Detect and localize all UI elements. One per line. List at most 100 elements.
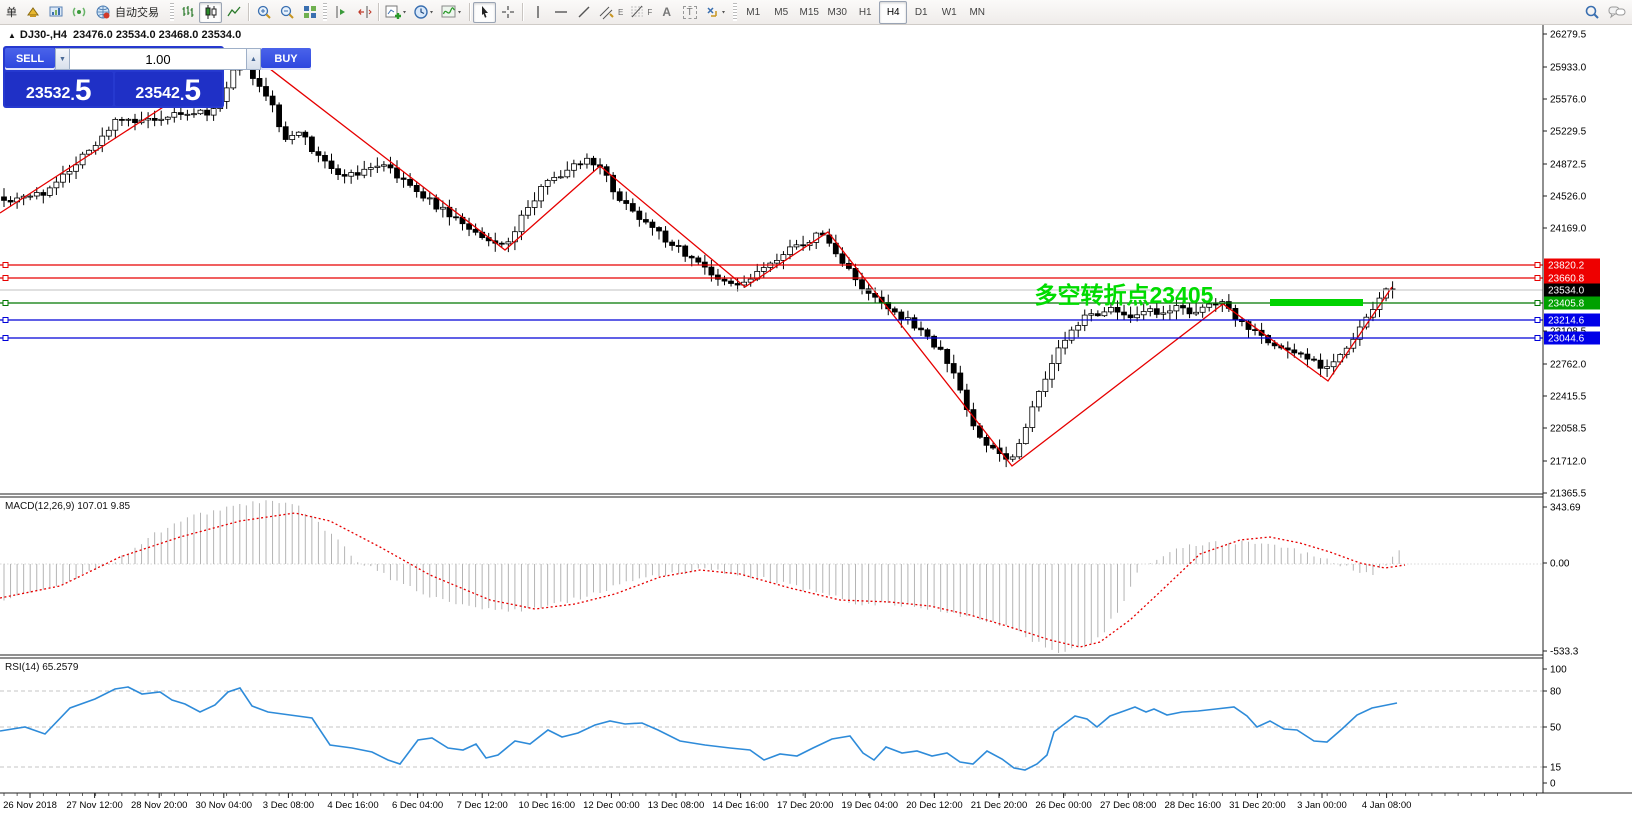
vertical-line-tool-icon[interactable]	[526, 2, 549, 23]
time-axis-label: 28 Nov 20:00	[131, 800, 188, 811]
chat-icon[interactable]	[1604, 2, 1630, 23]
line-handle[interactable]	[3, 276, 8, 281]
line-handle[interactable]	[3, 318, 8, 323]
text-tool-icon[interactable]: A	[655, 2, 678, 23]
svg-text:24872.5: 24872.5	[1550, 160, 1587, 171]
highlight-segment[interactable]	[1270, 299, 1363, 306]
indicators-button[interactable]	[438, 2, 466, 23]
toolbar: 单 自动交易 E F A T M1M5M15M30H1H4D1W1MN	[0, 0, 1632, 25]
timeframe-bar: M1M5M15M30H1H4D1W1MN	[739, 1, 991, 24]
sell-button[interactable]: SELL	[5, 48, 55, 70]
search-icon[interactable]	[1580, 2, 1604, 23]
svg-text:22415.5: 22415.5	[1550, 392, 1587, 403]
time-axis-label: 14 Dec 16:00	[712, 800, 769, 811]
line-handle[interactable]	[3, 336, 8, 341]
order-icon[interactable]	[21, 2, 44, 23]
new-order-button[interactable]: 单	[2, 4, 21, 20]
line-handle[interactable]	[1535, 263, 1540, 268]
mt4-window: { "toolbar": { "order_button_label": "单"…	[0, 0, 1632, 814]
time-axis-label: 26 Dec 00:00	[1035, 800, 1092, 811]
svg-text:26279.5: 26279.5	[1550, 30, 1587, 41]
line-handle[interactable]	[1535, 336, 1540, 341]
time-axis-label: 17 Dec 20:00	[777, 800, 834, 811]
signals-icon[interactable]	[67, 2, 90, 23]
line-handle[interactable]	[1535, 318, 1540, 323]
globe-icon	[95, 4, 111, 20]
symbol-name: DJ30-,H4	[20, 29, 67, 41]
timeframe-W1[interactable]: W1	[935, 1, 963, 24]
line-handle[interactable]	[3, 263, 8, 268]
arrows-tool-button[interactable]	[701, 2, 731, 23]
fibonacci-tool-icon[interactable]: F	[626, 2, 655, 23]
crosshair-tool-icon[interactable]	[496, 2, 519, 23]
zoom-out-icon[interactable]	[275, 2, 298, 23]
macd-label: MACD(12,26,9) 107.01 9.85	[5, 501, 130, 512]
tile-windows-icon[interactable]	[298, 2, 321, 23]
annotation-text[interactable]: 多空转折点23405	[1035, 282, 1214, 308]
svg-text:-533.3: -533.3	[1550, 647, 1579, 658]
text-label-tool-icon[interactable]: T	[678, 2, 701, 23]
line-handle[interactable]	[3, 301, 8, 306]
zoom-in-icon[interactable]	[252, 2, 275, 23]
svg-text:22058.5: 22058.5	[1550, 424, 1587, 435]
candlestick-mode-icon[interactable]	[199, 2, 222, 23]
time-axis-label: 26 Nov 2018	[3, 800, 57, 811]
timeframe-M5[interactable]: M5	[767, 1, 795, 24]
bar-chart-mode-icon[interactable]	[176, 2, 199, 23]
sell-price[interactable]: 23532.5	[5, 72, 113, 106]
periods-button[interactable]	[410, 2, 438, 23]
timeframe-M30[interactable]: M30	[823, 1, 851, 24]
market-watch-icon[interactable]	[44, 2, 67, 23]
svg-text:25576.0: 25576.0	[1550, 95, 1587, 106]
chart-title: ▲DJ30-,H423476.0 23534.0 23468.0 23534.0	[8, 29, 241, 41]
svg-text:23214.6: 23214.6	[1548, 316, 1585, 327]
cursor-tool-icon[interactable]	[473, 2, 496, 23]
horizontal-line-tool-icon[interactable]	[549, 2, 572, 23]
svg-text:21712.0: 21712.0	[1550, 457, 1587, 468]
line-handle[interactable]	[1535, 301, 1540, 306]
chart-canvas[interactable]: 多空转折点23405 26279.5 25933.0 25576.0 25229.5 24…	[0, 0, 1632, 814]
timeframe-H1[interactable]: H1	[851, 1, 879, 24]
time-axis-label: 27 Nov 12:00	[66, 800, 123, 811]
time-axis-label: 19 Dec 04:00	[842, 800, 899, 811]
svg-text:343.69: 343.69	[1550, 503, 1581, 514]
one-click-trading-panel: SELL ▼ ▲ BUY 23532.5 23542.5	[3, 46, 224, 108]
volume-increase-button[interactable]: ▲	[246, 48, 261, 70]
buy-price[interactable]: 23542.5	[115, 72, 223, 106]
svg-text:25933.0: 25933.0	[1550, 63, 1587, 74]
line-handle[interactable]	[1535, 276, 1540, 281]
svg-text:23405.8: 23405.8	[1548, 299, 1585, 310]
time-axis-label: 30 Nov 04:00	[196, 800, 253, 811]
volume-decrease-button[interactable]: ▼	[55, 48, 70, 70]
time-axis-label: 3 Dec 08:00	[263, 800, 314, 811]
time-axis-label: 21 Dec 20:00	[971, 800, 1028, 811]
volume-input[interactable]	[70, 48, 246, 70]
time-axis-label: 3 Jan 00:00	[1297, 800, 1347, 811]
svg-text:100: 100	[1550, 665, 1567, 676]
timeframe-H4[interactable]: H4	[879, 1, 907, 24]
buy-button[interactable]: BUY	[261, 48, 311, 70]
auto-scroll-icon[interactable]	[329, 2, 352, 23]
collapse-arrow-icon[interactable]: ▲	[8, 31, 16, 40]
svg-text:15: 15	[1550, 763, 1562, 774]
time-axis-label: 13 Dec 08:00	[648, 800, 705, 811]
svg-text:24169.0: 24169.0	[1550, 224, 1587, 235]
new-chart-button[interactable]	[382, 2, 410, 23]
rsi-label: RSI(14) 65.2579	[5, 662, 78, 673]
timeframe-MN[interactable]: MN	[963, 1, 991, 24]
svg-text:80: 80	[1550, 687, 1562, 698]
timeframe-M15[interactable]: M15	[795, 1, 823, 24]
timeframe-M1[interactable]: M1	[739, 1, 767, 24]
time-axis-label: 6 Dec 04:00	[392, 800, 443, 811]
svg-text:0.00: 0.00	[1550, 559, 1570, 570]
auto-trading-button[interactable]: 自动交易	[90, 2, 168, 23]
time-axis-label: 4 Dec 16:00	[327, 800, 378, 811]
time-axis-label: 20 Dec 12:00	[906, 800, 963, 811]
svg-text:25229.5: 25229.5	[1550, 127, 1587, 138]
chart-shift-icon[interactable]	[352, 2, 375, 23]
trendline-tool-icon[interactable]	[572, 2, 595, 23]
timeframe-D1[interactable]: D1	[907, 1, 935, 24]
line-chart-mode-icon[interactable]	[222, 2, 245, 23]
channel-tool-icon[interactable]: E	[595, 2, 626, 23]
time-axis-label: 27 Dec 08:00	[1100, 800, 1157, 811]
